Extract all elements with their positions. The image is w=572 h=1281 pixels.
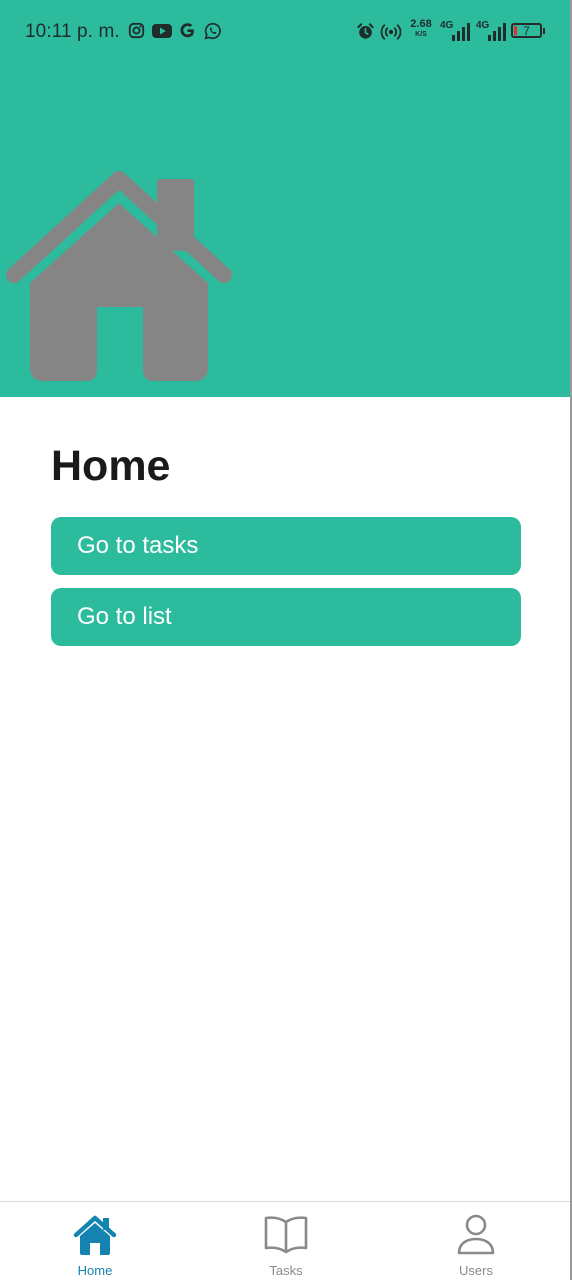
battery-tip bbox=[543, 28, 545, 34]
whatsapp-icon bbox=[204, 22, 221, 40]
house-icon bbox=[6, 171, 232, 381]
book-icon bbox=[264, 1216, 308, 1254]
tab-users-label: Users bbox=[459, 1263, 493, 1278]
page-title: Home bbox=[51, 442, 171, 490]
status-time: 10:11 p. m. bbox=[25, 21, 120, 42]
status-system-icons: 2.68 K/S 4G 4G 7 bbox=[355, 18, 555, 46]
tab-home-label: Home bbox=[77, 1263, 113, 1278]
signal-icon-2 bbox=[488, 23, 506, 41]
bottom-navigation: Home Tasks Users bbox=[0, 1201, 570, 1280]
network-speed-value: 2.68 bbox=[410, 18, 432, 30]
tab-tasks-label: Tasks bbox=[269, 1263, 303, 1278]
signal-icon bbox=[452, 23, 470, 41]
google-icon bbox=[180, 23, 194, 38]
tab-tasks[interactable]: Tasks bbox=[191, 1202, 381, 1281]
network-speed-unit: K/S bbox=[415, 31, 427, 38]
status-bar: 10:11 p. m. 2.68 K/S 4G 4G 7 bbox=[0, 0, 570, 64]
tab-users[interactable]: Users bbox=[381, 1202, 571, 1281]
hotspot-icon bbox=[380, 24, 402, 40]
battery-icon: 7 bbox=[511, 23, 542, 38]
home-icon bbox=[73, 1215, 117, 1255]
network-speed: 2.68 K/S bbox=[406, 18, 436, 39]
instagram-icon bbox=[128, 22, 145, 39]
tab-home[interactable]: Home bbox=[0, 1202, 190, 1281]
go-to-list-button[interactable]: Go to list bbox=[51, 588, 521, 646]
main-content: Home Go to tasks Go to list bbox=[51, 440, 521, 646]
youtube-icon bbox=[152, 24, 172, 38]
alarm-icon bbox=[357, 23, 374, 39]
go-to-tasks-button[interactable]: Go to tasks bbox=[51, 517, 521, 575]
battery-level: 7 bbox=[523, 24, 530, 38]
user-icon bbox=[457, 1214, 495, 1255]
